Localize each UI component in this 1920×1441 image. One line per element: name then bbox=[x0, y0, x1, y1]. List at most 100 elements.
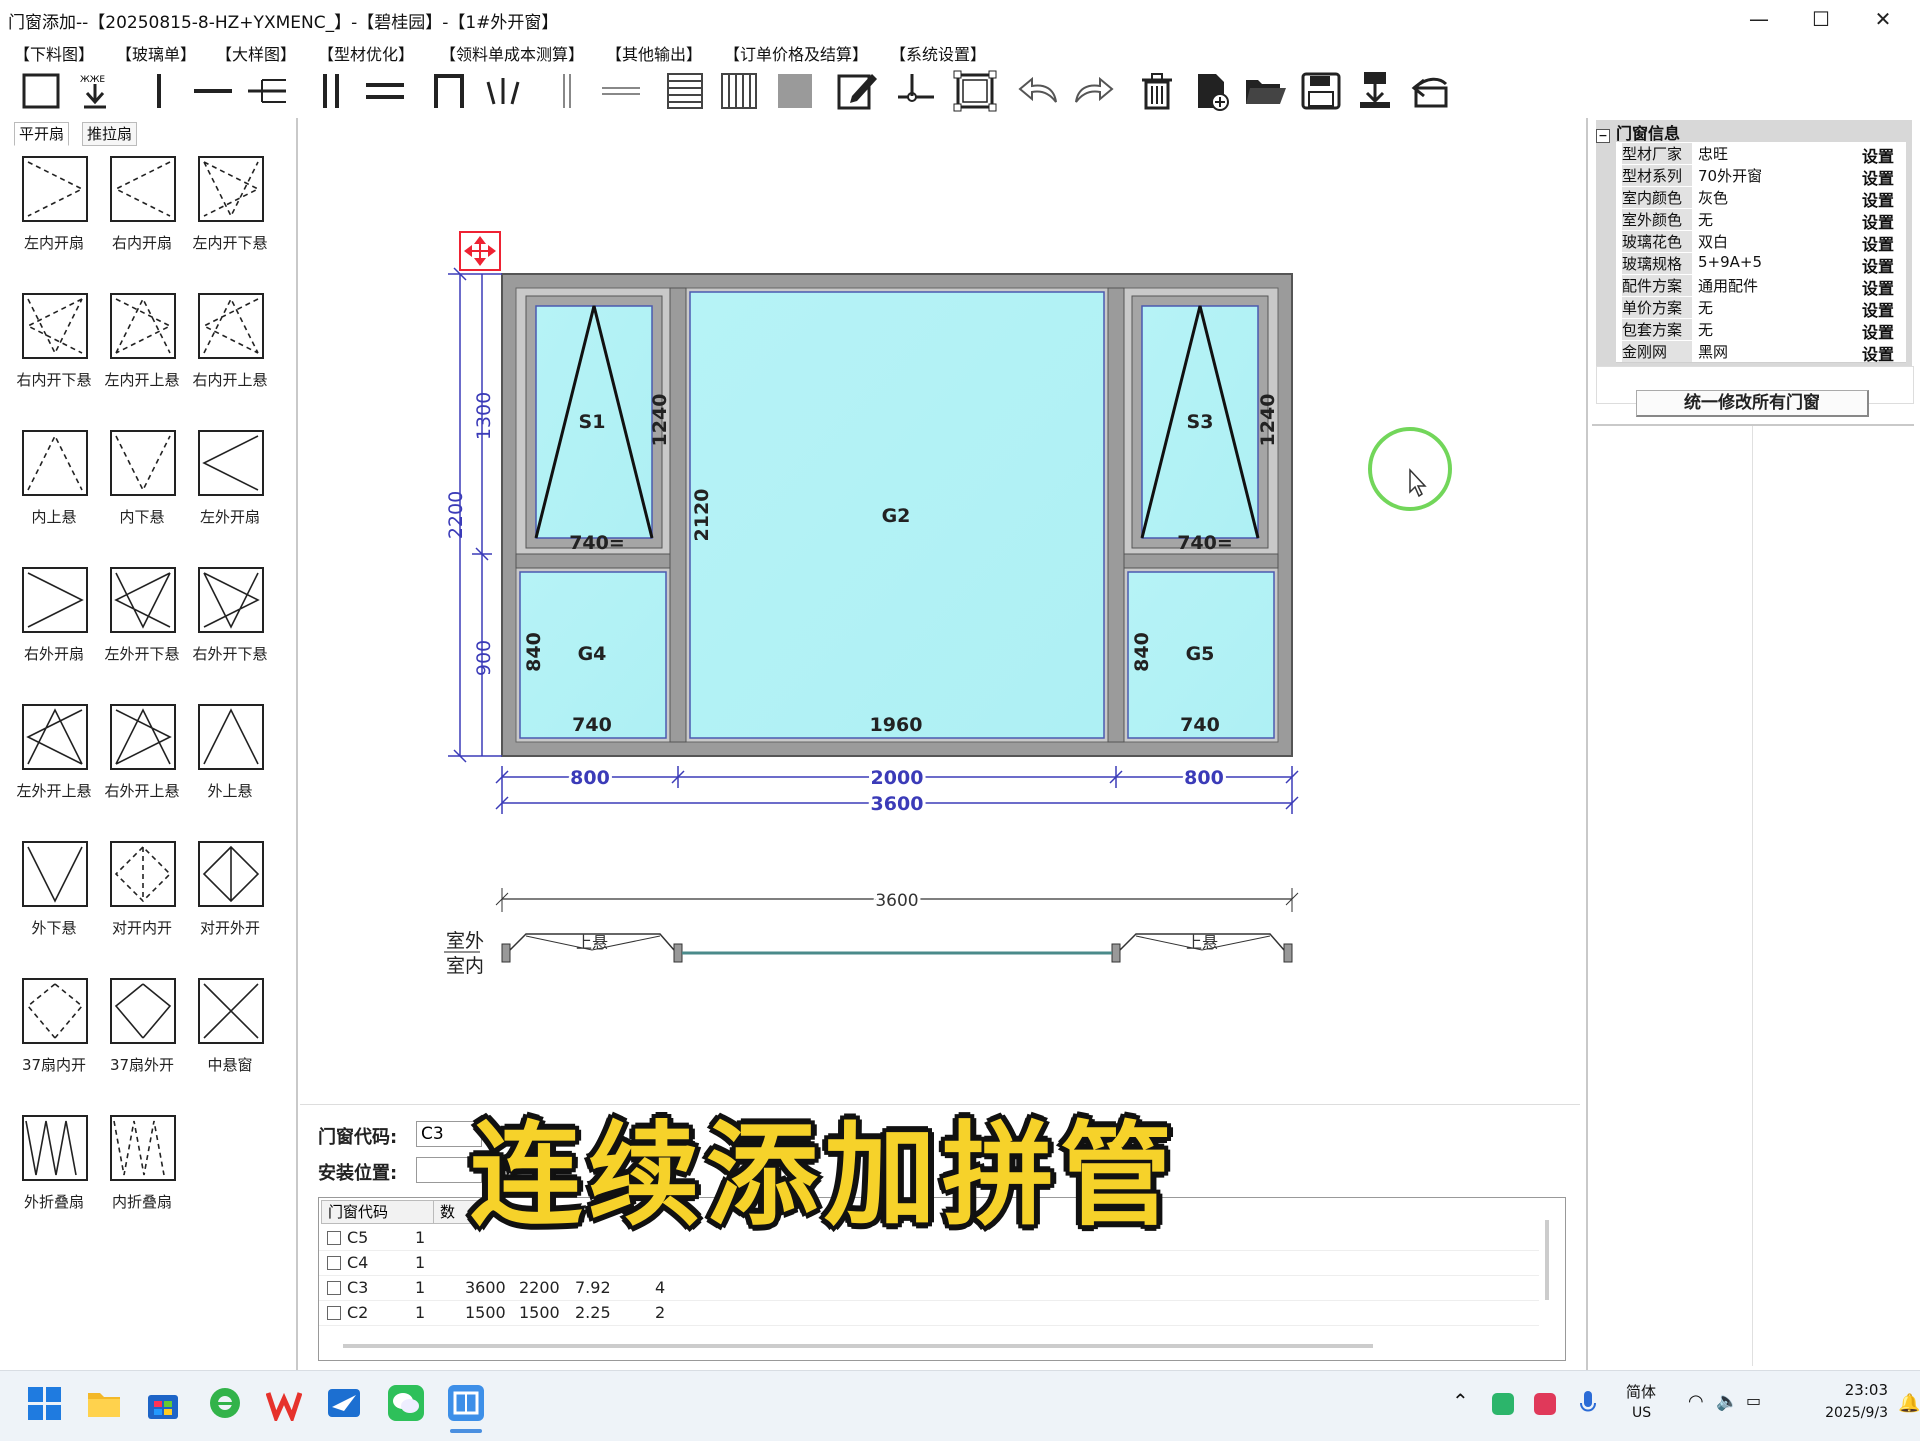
new-file-icon[interactable] bbox=[1188, 70, 1234, 112]
clock-date[interactable]: 2025/9/3 bbox=[1792, 1405, 1888, 1421]
edit-icon[interactable] bbox=[834, 70, 880, 112]
vertical-line-icon[interactable] bbox=[544, 70, 590, 112]
sash-type-out-folding[interactable]: 外折叠扇 bbox=[10, 1113, 98, 1233]
menu-cutting-diagram[interactable]: 【下料图】 bbox=[14, 41, 94, 65]
double-horizontal-icon[interactable] bbox=[362, 70, 408, 112]
vertical-mullion-icon[interactable] bbox=[136, 70, 182, 112]
row-checkbox[interactable] bbox=[327, 1256, 341, 1270]
mullion-right[interactable] bbox=[1107, 287, 1125, 743]
select-frame-icon[interactable] bbox=[952, 70, 998, 112]
tray-app-red-icon[interactable] bbox=[1534, 1393, 1556, 1415]
table-scrollbar[interactable] bbox=[1545, 1220, 1549, 1300]
exit-icon[interactable] bbox=[1408, 70, 1454, 112]
horizontal-grid-icon[interactable] bbox=[662, 70, 708, 112]
redo-icon[interactable] bbox=[1070, 70, 1116, 112]
ime-mode[interactable]: 简体 bbox=[1626, 1381, 1656, 1402]
menu-other-output[interactable]: 【其他输出】 bbox=[606, 41, 702, 65]
browser-icon[interactable] bbox=[208, 1385, 242, 1421]
sash-type-left-in-top-hung[interactable]: 左内开上悬 bbox=[98, 291, 186, 411]
apply-all-button[interactable]: 统一修改所有门窗 bbox=[1636, 390, 1869, 417]
menu-material-cost[interactable]: 【领料单成本测算】 bbox=[440, 41, 584, 65]
wechat-icon[interactable] bbox=[388, 1385, 424, 1421]
t-mullion-icon[interactable] bbox=[244, 70, 290, 112]
sash-type-out-bottom-hung[interactable]: 外下悬 bbox=[10, 839, 98, 959]
table-row[interactable]: C4 1 bbox=[319, 1251, 1539, 1276]
row-checkbox[interactable] bbox=[327, 1281, 341, 1295]
property-set-button[interactable]: 设置 bbox=[1862, 341, 1894, 365]
sash-type-double-in[interactable]: 对开内开 bbox=[98, 839, 186, 959]
wps-icon[interactable] bbox=[266, 1387, 302, 1421]
open-folder-icon[interactable] bbox=[1242, 70, 1288, 112]
transom-right[interactable] bbox=[1123, 553, 1279, 569]
row-checkbox[interactable] bbox=[327, 1306, 341, 1320]
undo-icon[interactable] bbox=[1016, 70, 1062, 112]
property-value[interactable]: 5+9A+5 bbox=[1698, 253, 1858, 271]
insert-icon[interactable]: ЖЖЕ bbox=[72, 70, 118, 112]
sash-type-left-out-casement[interactable]: 左外开扇 bbox=[186, 428, 274, 548]
transom-left[interactable] bbox=[515, 553, 671, 569]
collapse-icon[interactable]: − bbox=[1596, 129, 1610, 143]
maximize-button[interactable]: ☐ bbox=[1794, 4, 1848, 34]
property-value[interactable]: 灰色 bbox=[1698, 187, 1858, 208]
sash-type-left-out-top-hung[interactable]: 左外开上悬 bbox=[10, 702, 98, 822]
property-value[interactable]: 黑网 bbox=[1698, 341, 1858, 362]
notification-icon[interactable]: 🔔 bbox=[1898, 1393, 1920, 1414]
tray-expand-icon[interactable]: ⌃ bbox=[1452, 1389, 1469, 1413]
sash-type-in-folding[interactable]: 内折叠扇 bbox=[98, 1113, 186, 1233]
table-row[interactable]: C2 1 1500 1500 2.25 2 bbox=[319, 1301, 1539, 1326]
property-value[interactable]: 无 bbox=[1698, 209, 1858, 230]
sash-type-center-pivot[interactable]: 中悬窗 bbox=[186, 976, 274, 1096]
sash-type-right-in-bottom-hung[interactable]: 右内开下悬 bbox=[10, 291, 98, 411]
sash-type-in-top-hung[interactable]: 内上悬 bbox=[10, 428, 98, 548]
vertical-grid-icon[interactable] bbox=[716, 70, 762, 112]
fill-icon[interactable] bbox=[772, 70, 818, 112]
delete-icon[interactable] bbox=[1134, 70, 1180, 112]
sash-type-double-out[interactable]: 对开外开 bbox=[186, 839, 274, 959]
menu-system-settings[interactable]: 【系统设置】 bbox=[890, 41, 986, 65]
horizontal-mullion-icon[interactable] bbox=[190, 70, 236, 112]
move-handle-icon[interactable] bbox=[459, 231, 501, 271]
property-value[interactable]: 双白 bbox=[1698, 231, 1858, 252]
microphone-icon[interactable] bbox=[1580, 1391, 1596, 1417]
menu-detail-drawing[interactable]: 【大样图】 bbox=[216, 41, 296, 65]
volume-icon[interactable]: 🔈 bbox=[1716, 1391, 1738, 1412]
sash-type-right-in-top-hung[interactable]: 右内开上悬 bbox=[186, 291, 274, 411]
sash-type-right-in-casement[interactable]: 右内开扇 bbox=[98, 154, 186, 274]
property-value[interactable]: 忠旺 bbox=[1698, 143, 1858, 164]
window-app-icon[interactable] bbox=[448, 1385, 484, 1421]
start-icon[interactable] bbox=[28, 1387, 62, 1421]
store-icon[interactable] bbox=[146, 1387, 180, 1421]
property-value[interactable]: 无 bbox=[1698, 297, 1858, 318]
sash-type-37-in[interactable]: 37扇内开 bbox=[10, 976, 98, 1096]
mullion-left[interactable] bbox=[669, 287, 687, 743]
property-value[interactable]: 70外开窗 bbox=[1698, 165, 1858, 186]
horizontal-line-icon[interactable] bbox=[598, 70, 644, 112]
clock-time[interactable]: 23:03 bbox=[1838, 1381, 1888, 1399]
file-explorer-icon[interactable] bbox=[86, 1387, 122, 1421]
table-hscrollbar[interactable] bbox=[343, 1344, 1373, 1348]
sash-type-right-out-casement[interactable]: 右外开扇 bbox=[10, 565, 98, 685]
tab-sliding-sash[interactable]: 推拉扇 bbox=[82, 122, 138, 146]
sash-type-in-bottom-hung[interactable]: 内下悬 bbox=[98, 428, 186, 548]
sash-type-left-out-bottom-hung[interactable]: 左外开下悬 bbox=[98, 565, 186, 685]
frame-icon[interactable] bbox=[18, 70, 64, 112]
table-row[interactable]: C3 1 3600 2200 7.92 4 bbox=[319, 1276, 1539, 1301]
door-frame-icon[interactable] bbox=[426, 70, 472, 112]
property-value[interactable]: 通用配件 bbox=[1698, 275, 1858, 296]
menu-order-price[interactable]: 【订单价格及结算】 bbox=[724, 41, 868, 65]
battery-icon[interactable]: ▭ bbox=[1746, 1391, 1761, 1410]
tab-casement-sash[interactable]: 平开扇 bbox=[14, 122, 70, 146]
property-value[interactable]: 无 bbox=[1698, 319, 1858, 340]
close-button[interactable]: ✕ bbox=[1856, 4, 1910, 34]
sash-type-right-out-bottom-hung[interactable]: 右外开下悬 bbox=[186, 565, 274, 685]
sash-type-37-out[interactable]: 37扇外开 bbox=[98, 976, 186, 1096]
wifi-icon[interactable]: ◠ bbox=[1688, 1391, 1704, 1412]
menu-profile-optimization[interactable]: 【型材优化】 bbox=[318, 41, 414, 65]
double-vertical-icon[interactable] bbox=[308, 70, 354, 112]
menu-glass-list[interactable]: 【玻璃单】 bbox=[116, 41, 196, 65]
sash-type-left-in-casement[interactable]: 左内开扇 bbox=[10, 154, 98, 274]
row-checkbox[interactable] bbox=[327, 1231, 341, 1245]
mail-app-icon[interactable] bbox=[326, 1385, 362, 1421]
table-header-code[interactable]: 门窗代码 bbox=[321, 1200, 439, 1224]
minimize-button[interactable]: — bbox=[1732, 4, 1786, 34]
